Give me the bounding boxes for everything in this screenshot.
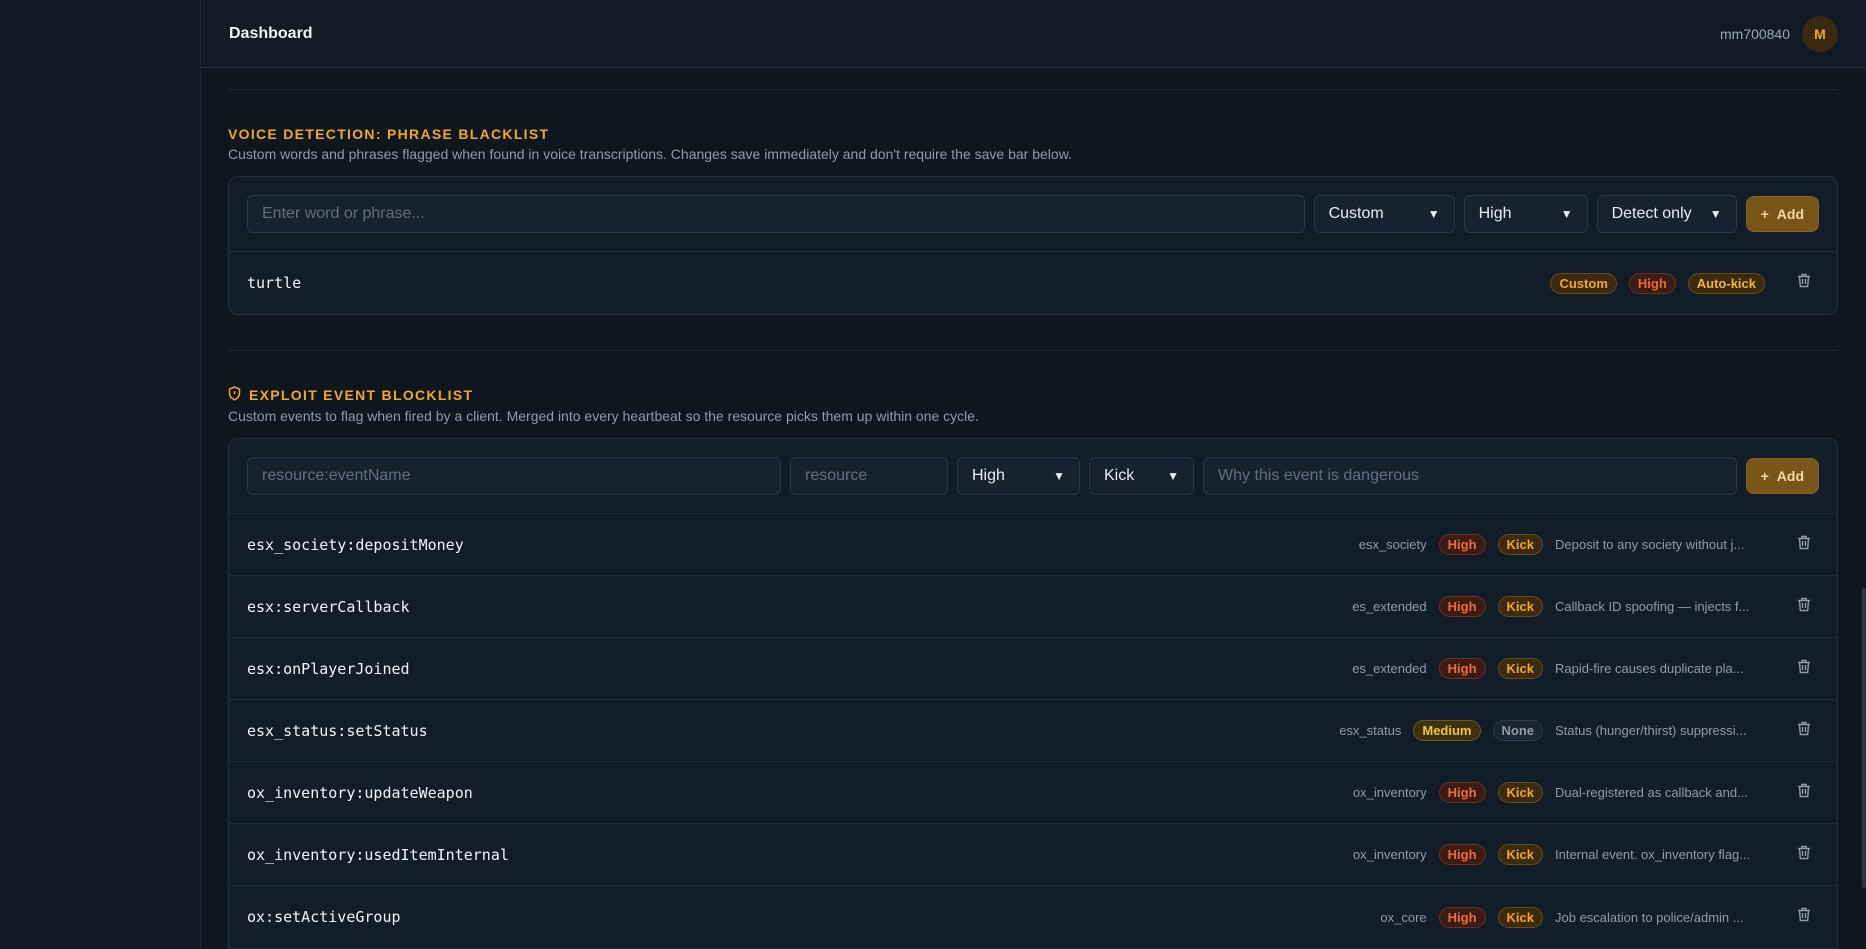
chevron-down-icon: ▼ [1709,207,1722,221]
event-row: ox:setActiveGroup ox_core High Kick Job … [229,886,1837,948]
event-row: esx_status:setStatus esx_status Medium N… [229,700,1837,762]
event-row: esx:serverCallback es_extended High Kick… [229,576,1837,638]
chevron-down-icon: ▼ [1053,469,1065,483]
event-row: esx:onPlayerJoined es_extended High Kick… [229,638,1837,700]
username: mm700840 [1719,25,1790,42]
event-row: ox_inventory:usedItemInternal ox_invento… [229,824,1837,886]
event-name-input[interactable]: resource:eventName [247,457,781,495]
phrase-severity-select[interactable]: High ▼ [1463,195,1588,233]
page-title: Dashboard [229,24,313,42]
severity-badge: Medium [1413,720,1481,741]
event-name: esx:onPlayerJoined [247,659,410,678]
sidebar [0,0,201,948]
scrollbar[interactable] [1860,68,1866,948]
event-name: esx:serverCallback [247,597,410,616]
resource-name: esx_society [1358,537,1427,552]
exploit-blocklist-title: EXPLOIT EVENT BLOCKLIST [249,387,474,403]
event-row: esx_society:depositMoney esx_society Hig… [229,514,1837,576]
reason-input[interactable]: Why this event is dangerous [1203,457,1737,495]
chevron-down-icon: ▼ [1167,469,1179,483]
reason-text: Status (hunger/thirst) suppressi... [1555,723,1747,738]
trash-icon[interactable] [1789,597,1819,617]
exploit-blocklist-description: Custom events to flag when fired by a cl… [228,408,979,424]
severity-badge: High [1438,534,1486,555]
action-badge: Kick [1497,534,1543,555]
resource-name: es_extended [1352,599,1427,614]
resource-name: ox_inventory [1352,785,1427,800]
phrase-add-form: Enter word or phrase... Custom ▼ High ▼ … [229,177,1837,252]
exploit-blocklist-panel: resource:eventName resource High ▼ Kick … [228,438,1838,949]
plus-icon: + [1760,206,1769,222]
reason-text: Callback ID spoofing — injects f... [1555,599,1750,614]
action-badge: Kick [1497,906,1543,928]
phrase-blacklist-description: Custom words and phrases flagged when fo… [228,146,1072,162]
action-badge: Kick [1497,844,1543,865]
chevron-down-icon: ▼ [1560,207,1573,221]
phrase-input[interactable]: Enter word or phrase... [247,195,1305,233]
exploit-blocklist-heading: EXPLOIT EVENT BLOCKLIST [228,386,1838,404]
event-severity-select[interactable]: High ▼ [957,457,1080,495]
severity-badge: High [1438,782,1486,803]
severity-badge: High [1438,658,1486,679]
severity-badge: High [1628,272,1676,294]
event-name: esx_society:depositMoney [247,535,464,554]
reason-text: Dual-registered as callback and... [1555,785,1748,800]
phrase-text: turtle [247,274,302,292]
trash-icon[interactable] [1789,659,1819,679]
action-badge: Kick [1497,782,1543,803]
reason-text: Deposit to any society without j... [1555,537,1745,552]
event-name: ox:setActiveGroup [247,908,401,926]
trash-icon[interactable] [1789,721,1819,741]
resource-name: ox_inventory [1352,847,1427,862]
event-action-select[interactable]: Kick ▼ [1089,457,1194,495]
category-badge: Custom [1550,272,1617,294]
trash-icon[interactable] [1789,907,1819,927]
reason-text: Internal event. ox_inventory flag... [1555,847,1751,862]
resource-name: esx_status [1339,723,1402,738]
main-content: VOICE DETECTION: PHRASE BLACKLIST Custom… [228,68,1838,949]
action-badge: Kick [1497,596,1543,617]
phrase-action-select[interactable]: Detect only ▼ [1596,195,1737,233]
action-badge: None [1492,720,1543,741]
event-row: ox_inventory:updateWeapon ox_inventory H… [229,762,1837,824]
action-badge: Auto-kick [1687,272,1765,294]
severity-badge: High [1438,906,1486,928]
chevron-down-icon: ▼ [1427,207,1440,221]
add-event-button[interactable]: + Add [1745,458,1819,494]
user-menu[interactable]: mm700840 M [1719,15,1838,52]
trash-icon[interactable] [1789,845,1819,865]
phrase-row: turtle Custom High Auto-kick [229,252,1837,314]
resource-name: es_extended [1352,661,1427,676]
phrase-blacklist-title: VOICE DETECTION: PHRASE BLACKLIST [228,126,550,142]
event-name: ox_inventory:updateWeapon [247,783,473,802]
severity-badge: High [1438,844,1486,865]
avatar[interactable]: M [1802,15,1838,52]
scrollbar-thumb[interactable] [1862,588,1866,888]
add-phrase-button[interactable]: + Add [1745,196,1819,232]
shield-icon [228,386,241,404]
event-add-form: resource:eventName resource High ▼ Kick … [229,439,1837,514]
trash-icon[interactable] [1789,783,1819,803]
resource-name: ox_core [1380,909,1427,925]
phrase-blacklist-panel: Enter word or phrase... Custom ▼ High ▼ … [228,176,1838,315]
phrase-category-select[interactable]: Custom ▼ [1313,195,1455,233]
reason-text: Rapid-fire causes duplicate pla... [1555,661,1744,676]
event-name: esx_status:setStatus [247,721,428,740]
plus-icon: + [1760,468,1769,484]
event-name: ox_inventory:usedItemInternal [247,845,509,864]
action-badge: Kick [1497,658,1543,679]
top-bar: Dashboard mm700840 M [201,0,1866,68]
reason-text: Job escalation to police/admin ... [1555,909,1744,925]
severity-badge: High [1438,596,1486,617]
trash-icon[interactable] [1789,535,1819,555]
trash-icon[interactable] [1789,273,1819,293]
resource-input[interactable]: resource [790,457,948,495]
